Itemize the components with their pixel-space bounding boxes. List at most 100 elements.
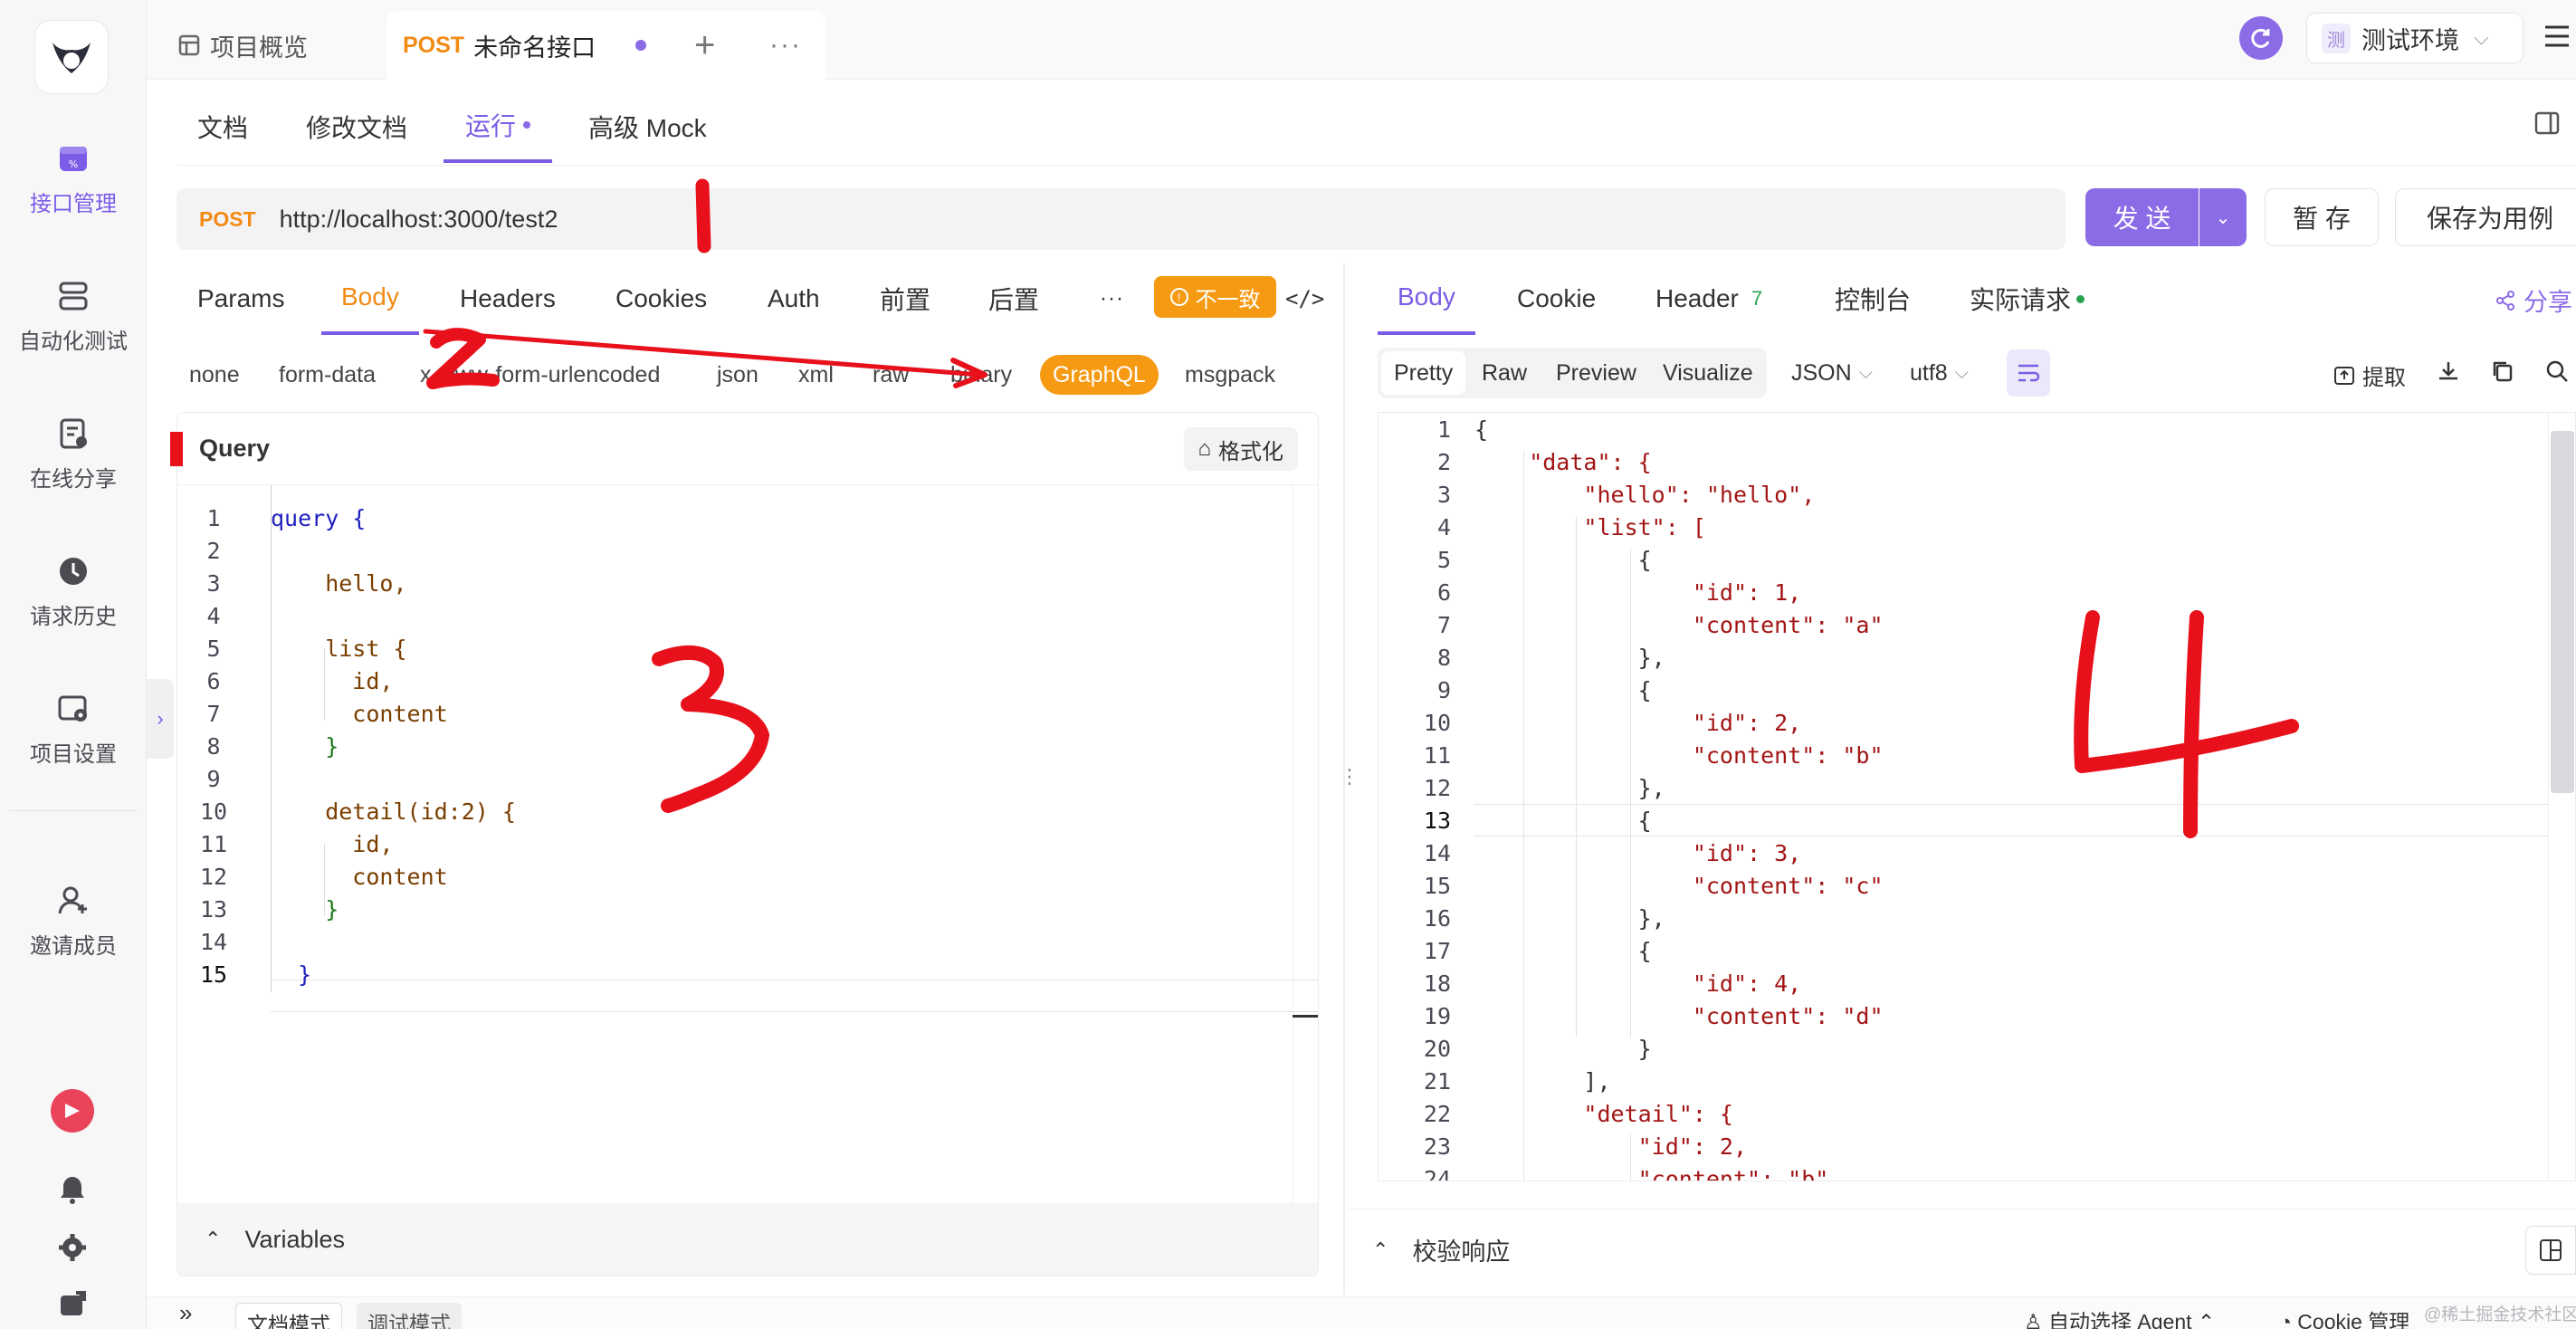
tab-actual-request[interactable]: 实际请求 xyxy=(1970,263,2085,335)
view-visualize[interactable]: Visualize xyxy=(1650,351,1766,395)
more-tabs-icon[interactable]: ··· xyxy=(1100,263,1124,335)
format-button[interactable]: ⌂ 格式化 xyxy=(1183,427,1298,471)
body-type-form-data[interactable]: form-data xyxy=(266,355,388,395)
body-type-json[interactable]: json xyxy=(704,355,771,395)
validate-response-panel[interactable]: ⌃ 校验响应 xyxy=(1349,1209,2576,1290)
cookie-manager-button[interactable]: ◔ Cookie 管理 xyxy=(2279,1305,2409,1329)
bell-icon[interactable] xyxy=(58,1174,87,1209)
extract-button[interactable]: 提取 xyxy=(2333,359,2406,391)
code-text: { xyxy=(1474,676,1652,703)
debug-mode-button[interactable]: 调试模式 xyxy=(357,1303,462,1329)
encoding-select[interactable]: utf8 ⌵ xyxy=(1897,351,1981,395)
sidebar-expand-button[interactable]: › xyxy=(147,679,174,759)
tab-unnamed-api[interactable]: POST 未命名接口 xyxy=(386,11,825,80)
sidebar-item-api-management[interactable]: % 接口管理 xyxy=(0,140,147,217)
hamburger-menu-icon[interactable] xyxy=(2543,24,2571,53)
inconsistent-badge[interactable]: ! 不一致 xyxy=(1154,276,1276,318)
save-temp-button[interactable]: 暂 存 xyxy=(2265,188,2379,246)
code-text: "content": "b" xyxy=(1474,1165,1829,1181)
search-icon[interactable] xyxy=(2545,359,2569,387)
tab-edit-doc[interactable]: 修改文档 xyxy=(306,91,407,163)
line-number: 23 xyxy=(1423,1133,1451,1160)
send-options-dropdown[interactable]: ⌄ xyxy=(2199,188,2247,246)
more-tabs-icon[interactable]: ··· xyxy=(769,11,802,80)
body-type-raw[interactable]: raw xyxy=(860,355,921,395)
tab-auth[interactable]: Auth xyxy=(768,263,820,335)
tab-project-overview[interactable]: 项目概览 xyxy=(177,11,308,80)
body-type-label: raw xyxy=(873,361,910,387)
view-raw[interactable]: Raw xyxy=(1469,351,1540,395)
share-button[interactable]: 分享 xyxy=(2495,282,2572,318)
word-wrap-toggle[interactable] xyxy=(2007,349,2050,397)
body-type-msgpack[interactable]: msgpack xyxy=(1172,355,1288,395)
body-type-graphql[interactable]: GraphQL xyxy=(1040,355,1159,395)
body-type-urlencoded[interactable]: x-www-form-urlencoded xyxy=(407,355,673,395)
splitter-handle-icon[interactable]: ⋮ xyxy=(1340,765,1360,789)
download-icon[interactable] xyxy=(2437,359,2460,387)
body-type-none[interactable]: none xyxy=(177,355,253,395)
tab-pre-processor[interactable]: 前置 xyxy=(880,263,930,335)
response-line: 1{ xyxy=(1379,413,2575,445)
tab-response-header[interactable]: Header 7 xyxy=(1655,263,1762,335)
tab-doc[interactable]: 文档 xyxy=(197,91,248,163)
panel-layout-icon[interactable] xyxy=(2525,1226,2576,1275)
response-line: 24 "content": "b" xyxy=(1379,1162,2575,1181)
expand-panel-icon[interactable]: » xyxy=(179,1299,192,1327)
plugin-icon[interactable] xyxy=(51,1089,94,1133)
body-type-xml[interactable]: xml xyxy=(786,355,846,395)
tab-body[interactable]: Body xyxy=(321,263,419,335)
sidebar-item-online-share[interactable]: 在线分享 xyxy=(0,416,147,492)
export-icon[interactable] xyxy=(58,1290,87,1324)
line-number: 8 xyxy=(1436,644,1451,671)
variables-panel[interactable]: ⌃ Variables xyxy=(177,1203,1318,1276)
tab-response-body[interactable]: Body xyxy=(1378,263,1475,335)
code-line: 1 query { xyxy=(177,502,1318,534)
graphql-query-editor: Query ⌂ 格式化 1 query { 2 3 hello, 4 5 list… xyxy=(177,412,1319,1276)
response-line: 4 "list": [ xyxy=(1379,511,2575,543)
view-pretty[interactable]: Pretty xyxy=(1381,351,1466,395)
sidebar-item-project-settings[interactable]: 项目设置 xyxy=(0,691,147,768)
line-number: 4 xyxy=(206,602,221,629)
tab-cookies[interactable]: Cookies xyxy=(615,263,707,335)
environment-select[interactable]: 测 测试环境 ⌵ xyxy=(2306,13,2524,63)
view-preview[interactable]: Preview xyxy=(1543,351,1649,395)
tab-post-processor[interactable]: 后置 xyxy=(988,263,1039,335)
sidebar-item-automation-test[interactable]: 自动化测试 xyxy=(0,278,147,355)
code-area[interactable]: 1 query { 2 3 hello, 4 5 list { 6 id, 7 c… xyxy=(177,485,1318,1209)
url-bar: POST xyxy=(177,188,2066,250)
doc-mode-button[interactable]: 文档模式 xyxy=(235,1303,342,1329)
url-input[interactable] xyxy=(279,205,1999,234)
copy-icon[interactable] xyxy=(2491,359,2514,387)
tab-advanced-mock[interactable]: 高级 Mock xyxy=(588,91,707,163)
body-type-label: binary xyxy=(950,361,1013,387)
agent-selector[interactable]: ♙ 自动选择 Agent ⌃ xyxy=(2024,1305,2215,1329)
send-button[interactable]: 发 送 xyxy=(2085,188,2199,246)
format-select[interactable]: JSON ⌵ xyxy=(1779,351,1885,395)
tab-headers[interactable]: Headers xyxy=(460,263,556,335)
line-number: 18 xyxy=(1423,970,1451,997)
add-tab-icon[interactable]: + xyxy=(694,11,715,80)
gear-icon[interactable] xyxy=(58,1233,87,1267)
sidebar-item-label: 邀请成员 xyxy=(30,934,117,959)
tab-label: Headers xyxy=(460,284,556,312)
save-as-case-button[interactable]: 保存为用例 xyxy=(2395,188,2576,246)
body-type-binary[interactable]: binary xyxy=(938,355,1025,395)
line-number: 2 xyxy=(206,537,221,564)
sidebar-item-invite-member[interactable]: 邀请成员 xyxy=(0,883,147,960)
sync-icon[interactable] xyxy=(2239,16,2283,60)
layout-toggle-icon[interactable] xyxy=(2534,110,2560,140)
body-type-label: form-data xyxy=(279,361,376,387)
wrap-icon xyxy=(2018,364,2040,382)
app-logo[interactable] xyxy=(34,20,109,94)
tab-run[interactable]: 运行 xyxy=(444,91,553,163)
response-body-viewer[interactable]: 1{ 2 "data": { 3 "hello": "hello", 4 "li… xyxy=(1378,412,2576,1181)
code-view-icon[interactable]: </> xyxy=(1285,286,1324,311)
tab-response-cookie[interactable]: Cookie xyxy=(1517,263,1596,335)
url-method[interactable]: POST xyxy=(199,207,256,232)
sidebar-item-request-history[interactable]: 请求历史 xyxy=(0,553,147,630)
response-line: 20 } xyxy=(1379,1032,2575,1065)
extract-label: 提取 xyxy=(2362,366,2406,390)
warning-icon: ! xyxy=(1169,288,1188,306)
tab-console[interactable]: 控制台 xyxy=(1835,263,1911,335)
tab-params[interactable]: Params xyxy=(197,263,284,335)
